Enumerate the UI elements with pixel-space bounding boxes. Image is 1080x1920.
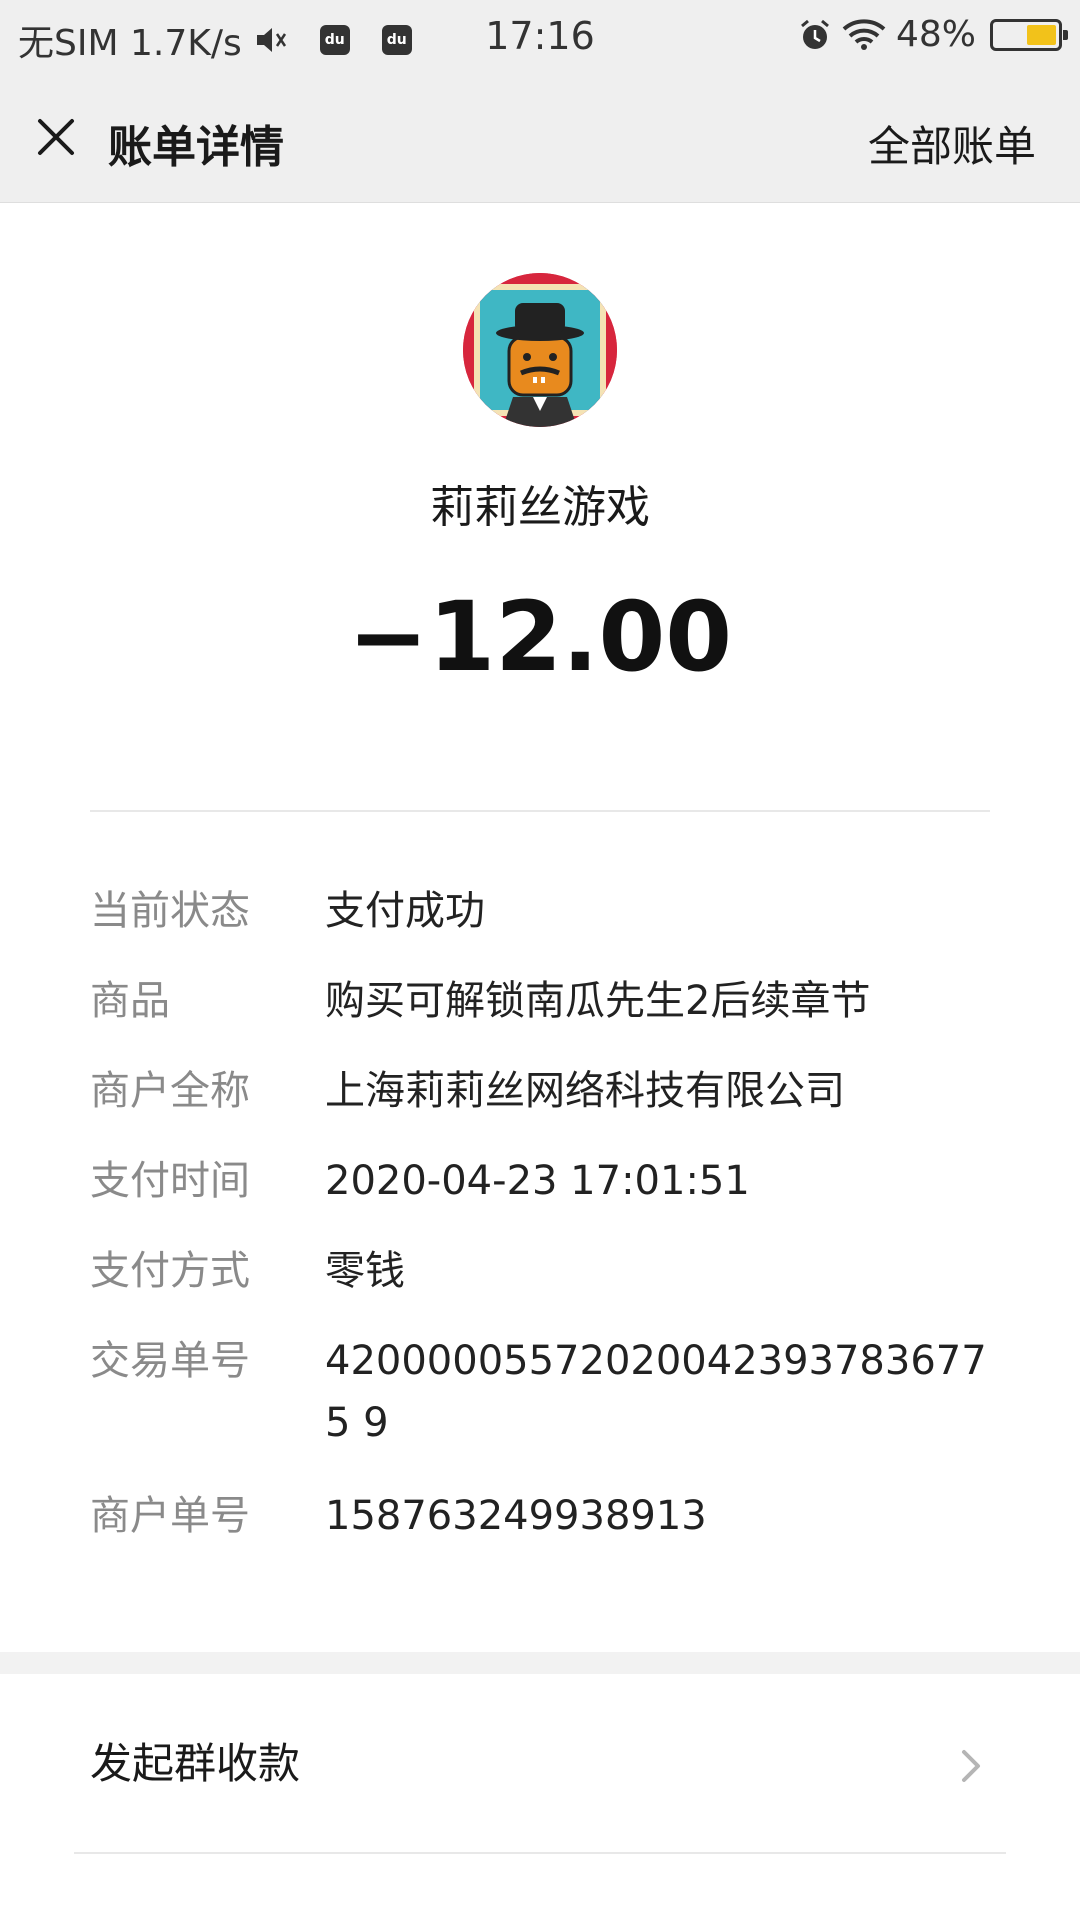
nav-bar: 账单详情 全部账单 — [0, 75, 1080, 203]
detail-label: 支付方式 — [90, 1248, 250, 1294]
speaker-muted-icon — [254, 25, 288, 55]
alarm-icon — [798, 18, 832, 52]
wifi-icon — [842, 18, 886, 51]
game-character-icon — [463, 273, 617, 427]
detail-label: 当前状态 — [90, 888, 250, 934]
merchant-name: 莉莉丝游戏 — [430, 482, 650, 533]
detail-label: 商户单号 — [90, 1493, 250, 1539]
status-bar: 无SIM 1.7K/s du du 17:16 48% — [0, 0, 1080, 75]
divider — [90, 810, 990, 812]
group-collect-row[interactable]: 发起群收款 — [0, 1674, 1080, 1854]
detail-label: 商户全称 — [90, 1068, 250, 1114]
merchant-avatar — [463, 273, 617, 427]
close-button[interactable] — [26, 107, 86, 167]
close-icon — [38, 119, 74, 155]
status-left: 无SIM 1.7K/s du du — [18, 14, 412, 66]
detail-value: 零钱 — [325, 1248, 405, 1294]
amount: −12.00 — [347, 581, 733, 693]
battery-percent: 48% — [895, 14, 976, 55]
detail-value: 支付成功 — [325, 888, 485, 934]
section-separator — [0, 1652, 1080, 1674]
group-collect-label: 发起群收款 — [90, 1739, 301, 1788]
chevron-right-icon — [962, 1750, 980, 1782]
carrier-network-text: 无SIM 1.7K/s — [18, 23, 242, 64]
detail-value[interactable]: 158763249938913 — [325, 1485, 990, 1547]
divider — [74, 1852, 1006, 1854]
all-bills-link[interactable]: 全部账单 — [868, 113, 1036, 174]
detail-label: 交易单号 — [90, 1338, 250, 1384]
battery-icon — [990, 18, 1068, 51]
status-right: 48% — [798, 14, 1068, 55]
page-title: 账单详情 — [108, 122, 284, 173]
du-app-icon-2: du — [381, 25, 412, 55]
detail-value[interactable]: 420000055720200423937836775 9 — [325, 1330, 990, 1454]
detail-label: 支付时间 — [90, 1158, 250, 1204]
detail-value: 2020-04-23 17:01:51 — [325, 1158, 750, 1204]
detail-value: 购买可解锁南瓜先生2后续章节 — [325, 978, 871, 1024]
battery-level-fill — [1027, 24, 1056, 45]
detail-value: 上海莉莉丝网络科技有限公司 — [325, 1068, 845, 1114]
du-app-icon: du — [319, 25, 350, 55]
detail-label: 商品 — [90, 978, 170, 1024]
